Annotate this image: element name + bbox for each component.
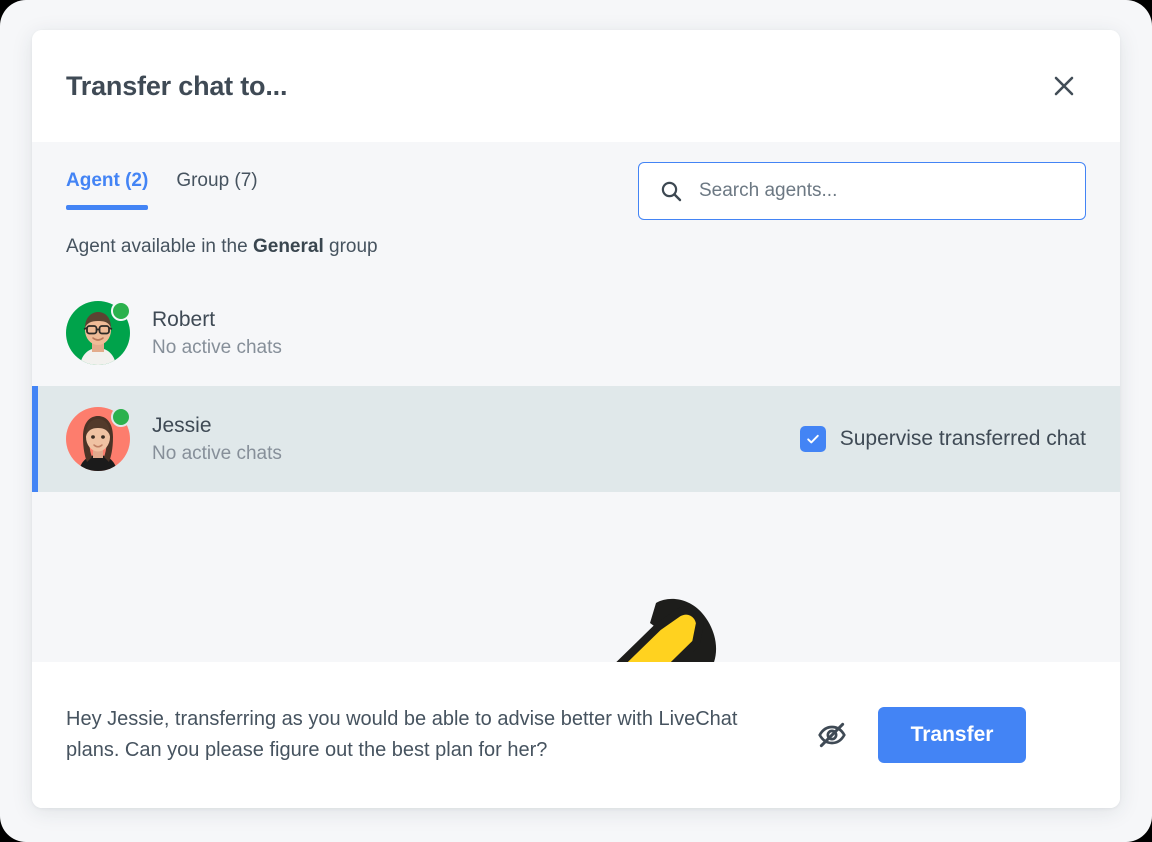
search-input[interactable] [699, 163, 1065, 219]
tab-group[interactable]: Group (7) [176, 170, 257, 210]
tab-bar: Agent (2) Group (7) [66, 162, 258, 210]
agent-status-text: No active chats [152, 443, 282, 465]
transfer-chat-modal: Transfer chat to... Agent (2) Group (7) [32, 30, 1120, 808]
transfer-button[interactable]: Transfer [878, 707, 1026, 763]
agent-name: Jessie [152, 413, 212, 437]
check-icon [806, 434, 819, 444]
close-icon [1054, 76, 1074, 96]
toggle-message-visibility-button[interactable] [810, 713, 854, 757]
page-background: Transfer chat to... Agent (2) Group (7) [0, 0, 1152, 842]
supervise-label: Supervise transferred chat [839, 427, 1086, 450]
search-icon [659, 179, 683, 203]
transfer-message-text[interactable]: Hey Jessie, transferring as you would be… [66, 704, 786, 766]
close-button[interactable] [1044, 66, 1084, 106]
modal-footer: Hey Jessie, transferring as you would be… [32, 662, 1120, 808]
agent-list: Robert No active chats Jessie No active … [32, 280, 1120, 492]
online-status-dot [111, 301, 131, 321]
page-title: Transfer chat to... [66, 70, 288, 101]
avatar [66, 407, 131, 471]
group-note-group-name: General [252, 236, 324, 257]
eye-off-icon [818, 722, 846, 748]
tab-agent[interactable]: Agent (2) [66, 170, 149, 210]
supervise-transferred-chat-option[interactable]: Supervise transferred chat [799, 426, 1086, 452]
agent-name: Robert [152, 307, 216, 331]
online-status-dot [111, 407, 131, 427]
agent-info: Jessie No active chats [152, 413, 282, 465]
group-note-suffix: group [323, 236, 378, 257]
group-availability-note: Agent available in the General group [32, 236, 1120, 258]
supervise-checkbox[interactable] [799, 426, 826, 452]
agent-row-jessie[interactable]: Jessie No active chats Supervise transfe… [32, 386, 1120, 492]
toolbar: Agent (2) Group (7) [32, 142, 1120, 242]
avatar [66, 301, 131, 365]
modal-header: Transfer chat to... [32, 30, 1120, 142]
modal-body: Agent (2) Group (7) Agent available in t… [32, 142, 1120, 662]
group-note-prefix: Agent available in the [66, 236, 253, 257]
agent-status-text: No active chats [152, 337, 282, 359]
agent-row-robert[interactable]: Robert No active chats [32, 280, 1120, 386]
search-field[interactable] [638, 162, 1086, 220]
pointing-hand-illustration [616, 598, 717, 662]
agent-info: Robert No active chats [152, 307, 282, 359]
